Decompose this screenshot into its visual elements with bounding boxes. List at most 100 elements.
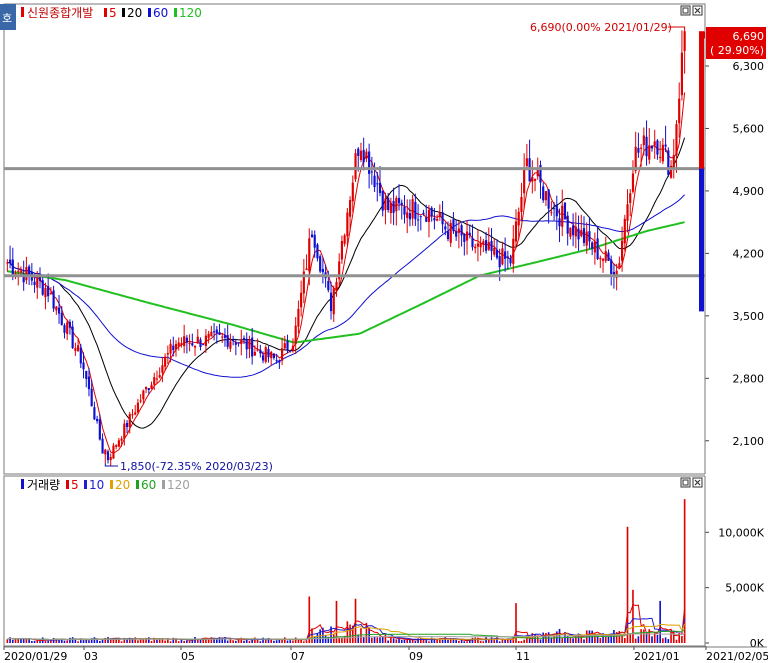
candle-body bbox=[520, 197, 523, 213]
candle-body bbox=[672, 155, 675, 169]
candle-body bbox=[136, 402, 140, 413]
maximize-icon[interactable] bbox=[680, 477, 691, 488]
candle-body bbox=[558, 218, 561, 227]
candle-body bbox=[436, 218, 439, 221]
candle-body bbox=[569, 227, 572, 237]
candle-body bbox=[381, 190, 384, 211]
candle-body bbox=[572, 225, 575, 236]
candle-body bbox=[128, 414, 131, 428]
candle-body bbox=[620, 240, 624, 261]
candle-body bbox=[656, 140, 659, 155]
x-tick-label: 03 bbox=[84, 650, 98, 663]
candle-body bbox=[232, 339, 235, 341]
candle-body bbox=[596, 238, 599, 259]
candle-body bbox=[351, 182, 354, 202]
candle-body bbox=[683, 31, 686, 51]
candle-body bbox=[498, 256, 501, 268]
volume-ma-legend-label: 20 bbox=[115, 478, 130, 492]
candle-body bbox=[601, 258, 605, 261]
candle-body bbox=[166, 353, 169, 355]
price-tick-label: 6,300 bbox=[733, 60, 765, 73]
x-tick-label: 2021/02/05 bbox=[706, 650, 768, 663]
candle-body bbox=[626, 204, 629, 221]
candle-body bbox=[460, 225, 463, 236]
candle-body bbox=[642, 135, 645, 146]
candle-body bbox=[90, 388, 93, 407]
candle-body bbox=[465, 231, 469, 241]
low-annotation: 1,850(-72.35% 2020/03/23) bbox=[120, 460, 273, 473]
candle-body bbox=[468, 232, 471, 235]
price-tick-label: 2,100 bbox=[733, 435, 765, 448]
candle-body bbox=[422, 212, 425, 214]
volume-ma-legend-swatch bbox=[84, 480, 87, 489]
candle-body bbox=[223, 335, 227, 338]
candle-body bbox=[449, 223, 452, 243]
candle-body bbox=[41, 280, 44, 295]
candle-body bbox=[495, 249, 499, 258]
candle-body bbox=[577, 228, 580, 240]
x-tick-label: 07 bbox=[291, 650, 305, 663]
candle-body bbox=[517, 211, 520, 226]
candle-body bbox=[474, 246, 477, 249]
candle-body bbox=[11, 259, 14, 275]
candle-body bbox=[193, 345, 197, 348]
maximize-icon[interactable] bbox=[680, 5, 691, 16]
candle-body bbox=[261, 355, 265, 361]
candle-body bbox=[308, 238, 311, 272]
candle-body bbox=[512, 238, 515, 264]
candle-body bbox=[117, 440, 120, 447]
candle-body bbox=[555, 204, 558, 217]
candle-body bbox=[185, 337, 188, 343]
candle-body bbox=[618, 263, 621, 268]
candle-body bbox=[112, 445, 115, 459]
candle-body bbox=[438, 212, 441, 217]
candle-body bbox=[419, 216, 422, 218]
candle-body bbox=[629, 193, 632, 204]
candle-body bbox=[207, 333, 210, 338]
candle-body bbox=[610, 259, 613, 275]
high-annotation: 6,690(0.00% 2021/01/29) bbox=[530, 21, 672, 34]
candle-body bbox=[433, 218, 436, 221]
candle-body bbox=[493, 247, 496, 255]
candle-body bbox=[484, 240, 488, 251]
candle-body bbox=[76, 345, 80, 351]
ma-legend-label: 20 bbox=[127, 6, 142, 20]
candle-body bbox=[172, 345, 175, 351]
candle-body bbox=[653, 141, 656, 146]
candle-body bbox=[272, 353, 276, 358]
candle-body bbox=[63, 325, 66, 333]
candle-body bbox=[245, 338, 248, 350]
candle-body bbox=[101, 438, 104, 454]
volume-tick-label: 5,000K bbox=[725, 582, 764, 595]
candle-body bbox=[378, 182, 382, 194]
candle-body bbox=[93, 407, 96, 420]
candle-body bbox=[6, 262, 9, 264]
candle-body bbox=[667, 150, 670, 175]
candle-body bbox=[52, 290, 55, 309]
candle-body bbox=[87, 376, 91, 390]
candle-body bbox=[242, 337, 246, 340]
candle-body bbox=[678, 98, 681, 124]
candle-body bbox=[552, 208, 556, 210]
candle-body bbox=[115, 445, 118, 447]
candle-body bbox=[550, 212, 553, 214]
candle-body bbox=[278, 360, 281, 363]
candle-body bbox=[28, 266, 31, 276]
candle-body bbox=[645, 136, 648, 157]
candle-body bbox=[580, 230, 583, 237]
candle-body bbox=[60, 312, 63, 325]
stock-marker-icon bbox=[21, 7, 24, 17]
candle-body bbox=[384, 198, 387, 210]
candle-body bbox=[365, 151, 368, 159]
candle-body bbox=[68, 321, 72, 328]
candle-body bbox=[414, 201, 417, 220]
volume-ma-legend-swatch bbox=[136, 480, 139, 489]
candle-body bbox=[531, 176, 534, 182]
candle-body bbox=[259, 349, 262, 354]
price-tick-label: 3,500 bbox=[733, 310, 765, 323]
candle-body bbox=[607, 252, 610, 261]
candle-body bbox=[19, 271, 23, 273]
candle-body bbox=[305, 268, 308, 271]
volume-tick-label: 10,000K bbox=[718, 526, 764, 539]
candle-body bbox=[158, 375, 161, 378]
